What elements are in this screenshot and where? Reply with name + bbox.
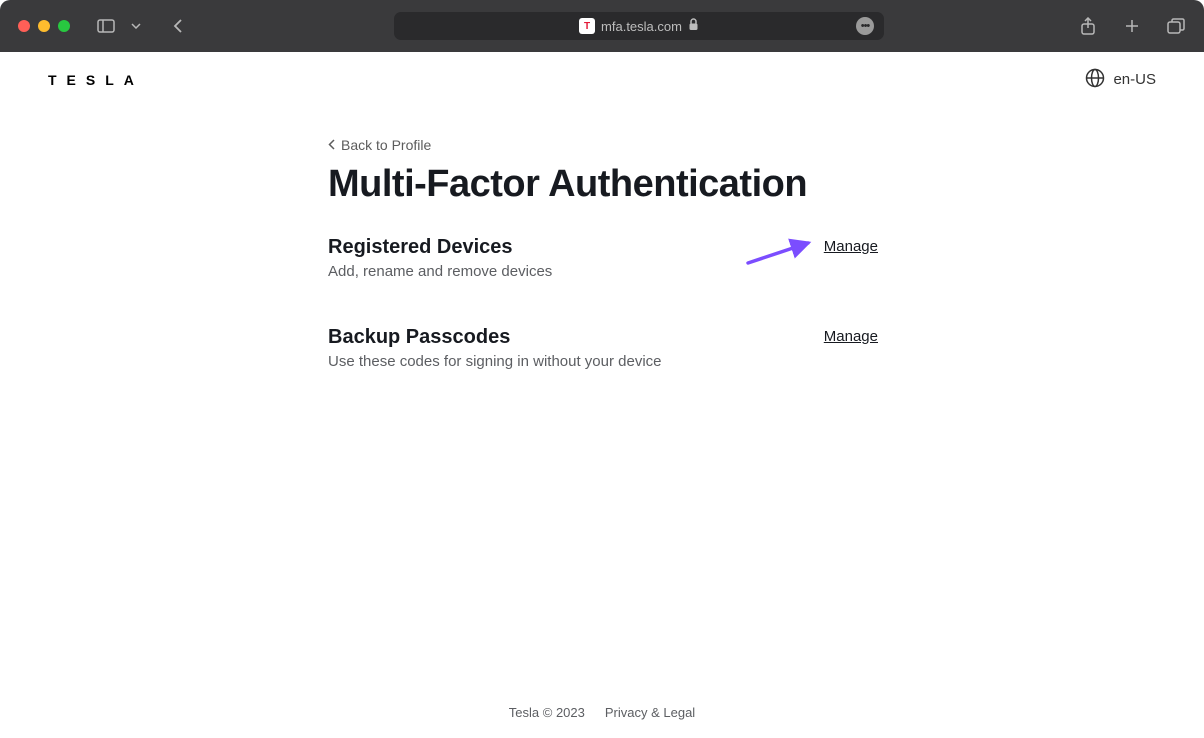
maximize-window-button[interactable] <box>58 20 70 32</box>
language-label: en-US <box>1113 71 1156 88</box>
window-controls <box>18 20 70 32</box>
manage-devices-link[interactable]: Manage <box>824 238 878 255</box>
tab-overview-button[interactable] <box>1166 16 1186 36</box>
site-header: TESLA en-US <box>0 52 1204 107</box>
tesla-logo[interactable]: TESLA <box>48 72 144 88</box>
minimize-window-button[interactable] <box>38 20 50 32</box>
annotation-arrow-icon <box>744 237 816 272</box>
share-button[interactable] <box>1078 16 1098 36</box>
site-footer: Tesla © 2023 Privacy & Legal <box>0 705 1204 720</box>
page-title: Multi-Factor Authentication <box>328 163 878 206</box>
footer-legal-link[interactable]: Privacy & Legal <box>605 705 695 720</box>
section-title: Backup Passcodes <box>328 326 662 349</box>
page-actions-button[interactable]: ••• <box>856 17 874 35</box>
new-tab-button[interactable] <box>1122 16 1142 36</box>
address-bar[interactable]: T mfa.tesla.com ••• <box>394 12 884 40</box>
main-content: Back to Profile Multi-Factor Authenticat… <box>328 107 878 372</box>
browser-back-button[interactable] <box>168 16 188 36</box>
close-window-button[interactable] <box>18 20 30 32</box>
chevron-left-icon <box>328 137 335 153</box>
section-registered-devices: Registered Devices Add, rename and remov… <box>328 236 878 282</box>
sidebar-toggle-button[interactable] <box>96 16 116 36</box>
back-to-profile-link[interactable]: Back to Profile <box>328 137 878 153</box>
tab-dropdown-button[interactable] <box>126 16 146 36</box>
section-description: Use these codes for signing in without y… <box>328 351 662 372</box>
browser-toolbar: T mfa.tesla.com ••• <box>0 0 1204 52</box>
manage-passcodes-link[interactable]: Manage <box>824 328 878 345</box>
site-favicon-icon: T <box>579 18 595 34</box>
section-backup-passcodes: Backup Passcodes Use these codes for sig… <box>328 326 878 372</box>
back-link-label: Back to Profile <box>341 137 431 153</box>
language-selector[interactable]: en-US <box>1085 68 1156 92</box>
footer-copyright: Tesla © 2023 <box>509 705 585 720</box>
section-title: Registered Devices <box>328 236 552 259</box>
globe-icon <box>1085 68 1105 92</box>
section-description: Add, rename and remove devices <box>328 261 552 282</box>
lock-icon <box>688 18 699 34</box>
url-text: mfa.tesla.com <box>601 19 682 34</box>
